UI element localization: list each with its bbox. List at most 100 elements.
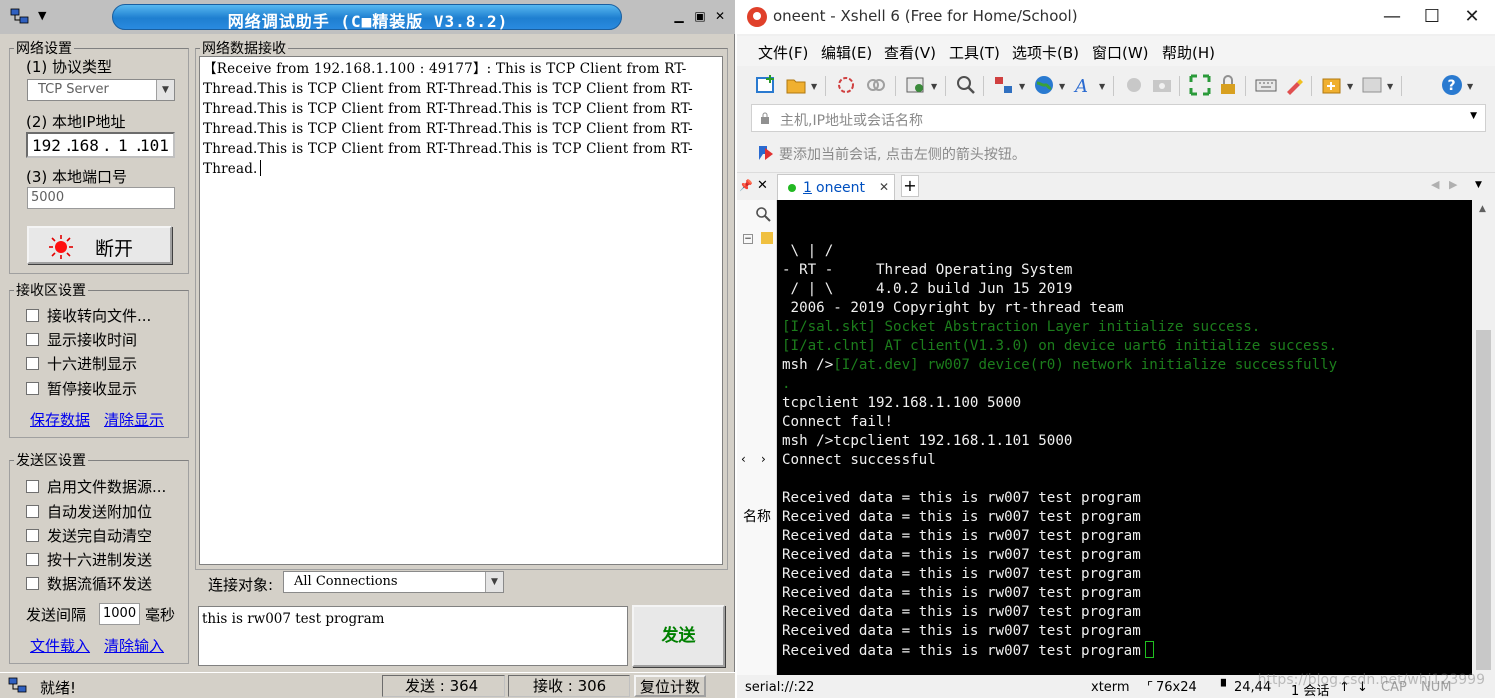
chevron-down-icon[interactable]: ▼ [1470, 111, 1477, 121]
chevron-down-icon[interactable]: ▼ [485, 572, 503, 592]
maximize-icon[interactable]: ☐ [1417, 4, 1447, 30]
ip-segment-3[interactable]: 1 [118, 136, 128, 155]
netassist-titlebar[interactable]: ▼ 网络调试助手 (C■精装版 V3.8.2) ▁ ▣ ✕ [0, 0, 735, 34]
new-session-icon[interactable] [755, 74, 777, 96]
chevron-down-icon[interactable]: ▼ [1387, 82, 1393, 91]
protocol-select[interactable]: TCP Server ▼ [27, 79, 175, 101]
send-textarea[interactable]: this is rw007 test program [198, 606, 628, 666]
chevron-down-icon[interactable]: ▼ [1019, 82, 1025, 91]
terminal-line: tcpclient 192.168.1.100 5000 [782, 394, 1472, 413]
panel-scroll-left-icon[interactable]: ‹ [741, 452, 746, 466]
tab-scroll-left-icon[interactable]: ◀ [1431, 178, 1439, 191]
pause-recv-checkbox[interactable]: 暂停接收显示 [26, 378, 137, 399]
tab-close-icon[interactable]: ✕ [879, 180, 889, 194]
chevron-down-icon[interactable]: ▼ [1099, 82, 1105, 91]
recv-to-file-checkbox[interactable]: 接收转向文件... [26, 305, 151, 326]
file-source-checkbox[interactable]: 启用文件数据源... [26, 476, 166, 497]
globe-icon[interactable] [1033, 74, 1055, 96]
add-tab-icon[interactable] [1321, 74, 1343, 96]
terminal-line: [I/at.clnt] AT client(V1.3.0) on device … [782, 337, 1472, 356]
ip-address-field[interactable]: 192 . 168 . 1 . 101 [26, 132, 175, 158]
search-icon[interactable] [955, 74, 977, 96]
minimize-icon[interactable]: — [1377, 4, 1407, 30]
clear-display-link[interactable]: 清除显示 [104, 409, 164, 430]
connection-select[interactable]: All Connections ▼ [283, 571, 504, 593]
menu-tools[interactable]: 工具(T) [949, 42, 1000, 63]
terminal-line: Received data = this is rw007 test progr… [782, 565, 1472, 584]
disconnect-icon[interactable] [865, 74, 887, 96]
hex-send-checkbox[interactable]: 按十六进制发送 [26, 549, 152, 570]
chevron-down-icon[interactable]: ▼ [1475, 180, 1482, 190]
ip-segment-4[interactable]: 101 [140, 136, 169, 155]
menu-view[interactable]: 查看(V) [884, 42, 936, 63]
lock-icon[interactable] [1217, 74, 1239, 96]
reconnect-icon[interactable] [835, 74, 857, 96]
properties-icon[interactable] [905, 74, 927, 96]
file-load-link[interactable]: 文件载入 [30, 635, 90, 656]
help-icon[interactable]: ? [1441, 74, 1463, 96]
search-icon[interactable] [755, 206, 771, 222]
scrollbar-thumb[interactable] [1476, 330, 1491, 670]
new-tab-icon[interactable]: + [901, 175, 919, 197]
terminal[interactable]: \ | / - RT - Thread Operating System / | … [777, 200, 1472, 675]
window-layout-icon[interactable] [1361, 74, 1383, 96]
camera-icon[interactable] [1151, 74, 1173, 96]
close-icon[interactable]: ✕ [711, 7, 729, 25]
pin-icon[interactable]: 📌 [739, 179, 753, 192]
font-icon[interactable]: A [1073, 74, 1095, 96]
fullscreen-icon[interactable] [1189, 74, 1211, 96]
recv-textarea[interactable]: 【Receive from 192.168.1.100 : 49177】: Th… [199, 56, 723, 565]
tab-name: oneent [816, 180, 866, 196]
panel-scroll-right-icon[interactable]: › [761, 452, 766, 466]
save-data-link[interactable]: 保存数据 [30, 409, 90, 430]
chevron-down-icon[interactable]: ▼ [931, 82, 937, 91]
layout-icon[interactable] [993, 74, 1015, 96]
tab-oneent[interactable]: 1 oneent ✕ [777, 174, 895, 201]
bookmark-arrow-icon[interactable] [757, 144, 775, 162]
show-recv-time-checkbox[interactable]: 显示接收时间 [26, 329, 137, 350]
open-folder-icon[interactable] [785, 74, 807, 96]
ip-segment-2[interactable]: 168 [70, 136, 99, 155]
chevron-down-icon[interactable]: ▼ [811, 82, 817, 91]
auto-append-checkbox[interactable]: 自动发送附加位 [26, 501, 152, 522]
menu-window[interactable]: 窗口(W) [1092, 42, 1149, 63]
auto-clear-checkbox[interactable]: 发送完自动清空 [26, 525, 152, 546]
hex-display-checkbox[interactable]: 十六进制显示 [26, 353, 137, 374]
port-input[interactable]: 5000 [27, 187, 175, 209]
menu-tabs[interactable]: 选项卡(B) [1012, 42, 1079, 63]
address-bar[interactable]: 主机,IP地址或会话名称 ▼ [751, 104, 1486, 132]
scroll-up-icon[interactable]: ▲ [1479, 204, 1486, 214]
app-icon[interactable] [10, 8, 30, 26]
script-icon[interactable] [1123, 74, 1145, 96]
chevron-down-icon[interactable]: ▼ [1467, 82, 1473, 91]
menu-file[interactable]: 文件(F) [758, 42, 808, 63]
highlight-pen-icon[interactable] [1283, 74, 1305, 96]
system-menu-arrow-icon[interactable]: ▼ [38, 9, 46, 22]
terminal-line: 2006 - 2019 Copyright by rt-thread team [782, 299, 1472, 318]
loop-send-checkbox[interactable]: 数据流循环发送 [26, 573, 152, 594]
chevron-down-icon[interactable]: ▼ [1347, 82, 1353, 91]
terminal-line: Received data = this is rw007 test progr… [782, 603, 1472, 622]
folder-icon[interactable] [761, 232, 773, 244]
terminal-line: msh />tcpclient 192.168.1.101 5000 [782, 432, 1472, 451]
minimize-icon[interactable]: ▁ [670, 7, 688, 25]
chevron-down-icon[interactable]: ▼ [156, 80, 174, 100]
reset-count-button[interactable]: 复位计数 [634, 675, 706, 697]
keyboard-icon[interactable] [1255, 74, 1277, 96]
tree-collapse-icon[interactable]: − [743, 234, 753, 244]
send-button[interactable]: 发送 [632, 605, 725, 667]
clear-input-link[interactable]: 清除输入 [104, 635, 164, 656]
xshell-titlebar[interactable]: oneent - Xshell 6 (Free for Home/School)… [737, 0, 1495, 34]
disconnect-button[interactable]: 断开 [27, 226, 172, 264]
menu-help[interactable]: 帮助(H) [1162, 42, 1215, 63]
chevron-down-icon[interactable]: ▼ [1059, 82, 1065, 91]
protocol-label: (1) 协议类型 [26, 58, 113, 76]
tab-scroll-right-icon[interactable]: ▶ [1449, 178, 1457, 191]
ip-segment-1[interactable]: 192 [32, 136, 61, 155]
close-panel-icon[interactable]: ✕ [757, 178, 768, 193]
close-icon[interactable]: ✕ [1457, 4, 1487, 30]
terminal-scrollbar[interactable]: ▲ [1472, 200, 1495, 675]
maximize-icon[interactable]: ▣ [691, 7, 709, 25]
menu-edit[interactable]: 编辑(E) [821, 42, 872, 63]
interval-input[interactable]: 1000 [99, 603, 140, 625]
